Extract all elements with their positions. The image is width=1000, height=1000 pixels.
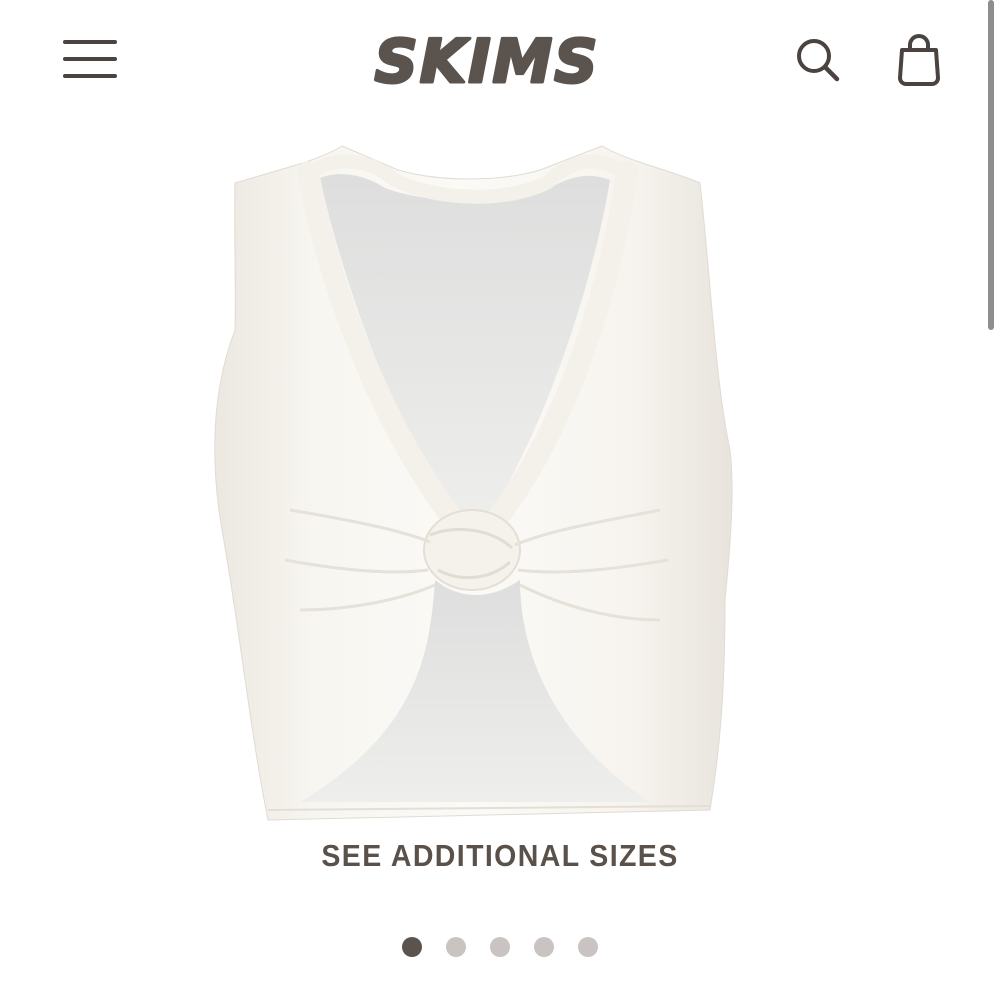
product-image[interactable] bbox=[190, 130, 750, 830]
carousel-dot-3[interactable] bbox=[490, 937, 510, 957]
search-icon bbox=[797, 39, 840, 82]
carousel-dot-1[interactable] bbox=[402, 937, 422, 957]
carousel-dot-2[interactable] bbox=[446, 937, 466, 957]
brand-logo[interactable]: SKIMS bbox=[365, 22, 610, 102]
see-additional-sizes-link[interactable]: SEE ADDITIONAL SIZES bbox=[40, 838, 960, 874]
scrollbar-thumb[interactable] bbox=[988, 0, 994, 330]
carousel-dot-4[interactable] bbox=[534, 937, 554, 957]
header: SKIMS bbox=[0, 0, 1000, 120]
carousel-dot-5[interactable] bbox=[578, 937, 598, 957]
search-button[interactable] bbox=[792, 34, 842, 84]
cart-button[interactable] bbox=[893, 32, 945, 88]
shopping-bag-icon bbox=[898, 34, 940, 86]
hamburger-menu-icon bbox=[63, 40, 117, 78]
menu-button[interactable] bbox=[60, 36, 120, 82]
page: SKIMS SEE ADDITIONAL SIZES bbox=[0, 0, 1000, 1000]
scrollbar[interactable] bbox=[984, 0, 1000, 1000]
carousel-dots bbox=[0, 937, 1000, 957]
logo-text: SKIMS bbox=[375, 27, 600, 97]
